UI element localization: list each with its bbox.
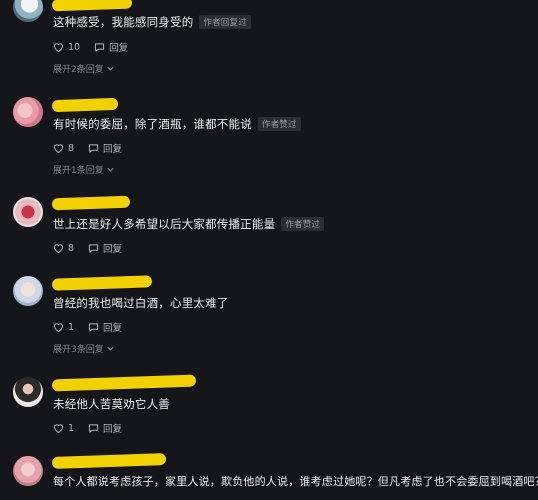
chevron-down-icon [107,167,114,172]
reply-label: 回复 [103,323,123,334]
heart-icon [53,323,64,332]
heart-icon [53,43,64,52]
avatar[interactable] [13,456,43,486]
reply-label: 回复 [103,144,123,155]
like-count: 1 [68,422,75,434]
avatar[interactable] [13,0,43,22]
comment-body: 有时候的委屈，除了酒瓶，谁都不能说 [53,117,252,131]
like-button[interactable]: 1 [53,322,74,333]
reply-label: 回复 [103,244,123,255]
comment-actions: 8 回复 [53,141,136,155]
reply-button[interactable]: 回复 [88,421,122,435]
username-redacted [51,0,133,12]
comment-body: 未经他人苦莫劝它人善 [53,397,170,411]
heart-icon [53,244,64,253]
expand-replies-label: 展开2条回复 [53,65,104,75]
chat-bubble-icon [88,323,99,332]
author-badge: 作者赞过 [281,217,325,231]
like-count: 10 [68,41,81,53]
comment-text: 每个人都说考虑孩子，家里人说，欺负他的人说，谁考虑过她呢？但凡考虑了也不会委屈到… [53,473,538,489]
username-redacted [51,195,131,211]
username-redacted [51,453,167,469]
like-button[interactable]: 8 [53,143,74,154]
avatar[interactable] [13,97,43,127]
comment-body: 曾经的我也喝过白酒，心里太难了 [53,296,229,310]
avatar[interactable] [13,197,43,227]
expand-replies-label: 展开1条回复 [53,166,104,176]
like-count: 8 [68,242,75,254]
comment-actions: 8 回复 [53,241,136,255]
username-redacted [51,275,153,291]
comment-text: 有时候的委屈，除了酒瓶，谁都不能说 作者赞过 [53,116,301,132]
expand-replies-label: 展开3条回复 [53,345,104,355]
chevron-down-icon [107,346,114,351]
chat-bubble-icon [88,144,99,153]
reply-button[interactable]: 回复 [88,141,122,155]
expand-replies-button[interactable]: 展开1条回复 [53,163,114,176]
comment-body: 每个人都说考虑孩子，家里人说，欺负他的人说，谁考虑过她呢？但凡考虑了也不会委屈到… [53,475,538,488]
avatar[interactable] [13,377,43,407]
chat-bubble-icon [88,424,99,433]
author-badge: 作者回复过 [199,15,251,29]
like-button[interactable]: 10 [53,42,80,53]
like-button[interactable]: 8 [53,243,74,254]
comment-actions: 1 回复 [53,421,136,435]
expand-replies-button[interactable]: 展开2条回复 [53,62,114,75]
like-count: 8 [68,142,75,154]
comment-text: 世上还是好人多希望以后大家都传播正能量 作者赞过 [53,216,325,232]
comment-actions: 10 回复 [53,40,142,54]
avatar[interactable] [13,276,43,306]
reply-label: 回复 [109,43,129,54]
username-redacted [51,97,119,113]
comment-actions: 1 回复 [53,320,136,334]
username-redacted [51,374,197,392]
comment-text: 未经他人苦莫劝它人善 [53,396,170,412]
reply-label: 回复 [103,424,123,435]
reply-button[interactable]: 回复 [88,320,122,334]
reply-button[interactable]: 回复 [88,241,122,255]
chat-bubble-icon [95,43,105,52]
comment-text: 这种感受，我能感同身受的 作者回复过 [53,14,251,30]
expand-replies-button[interactable]: 展开3条回复 [53,342,114,355]
comment-text: 曾经的我也喝过白酒，心里太难了 [53,295,229,311]
reply-button[interactable]: 回复 [94,40,128,54]
chevron-down-icon [107,66,114,71]
author-badge: 作者赞过 [257,117,301,131]
comment-body: 这种感受，我能感同身受的 [53,15,194,29]
chat-bubble-icon [88,244,99,253]
like-button[interactable]: 1 [53,423,74,434]
heart-icon [53,144,64,153]
like-count: 1 [68,321,75,333]
comment-body: 世上还是好人多希望以后大家都传播正能量 [53,217,276,231]
heart-icon [53,424,64,433]
